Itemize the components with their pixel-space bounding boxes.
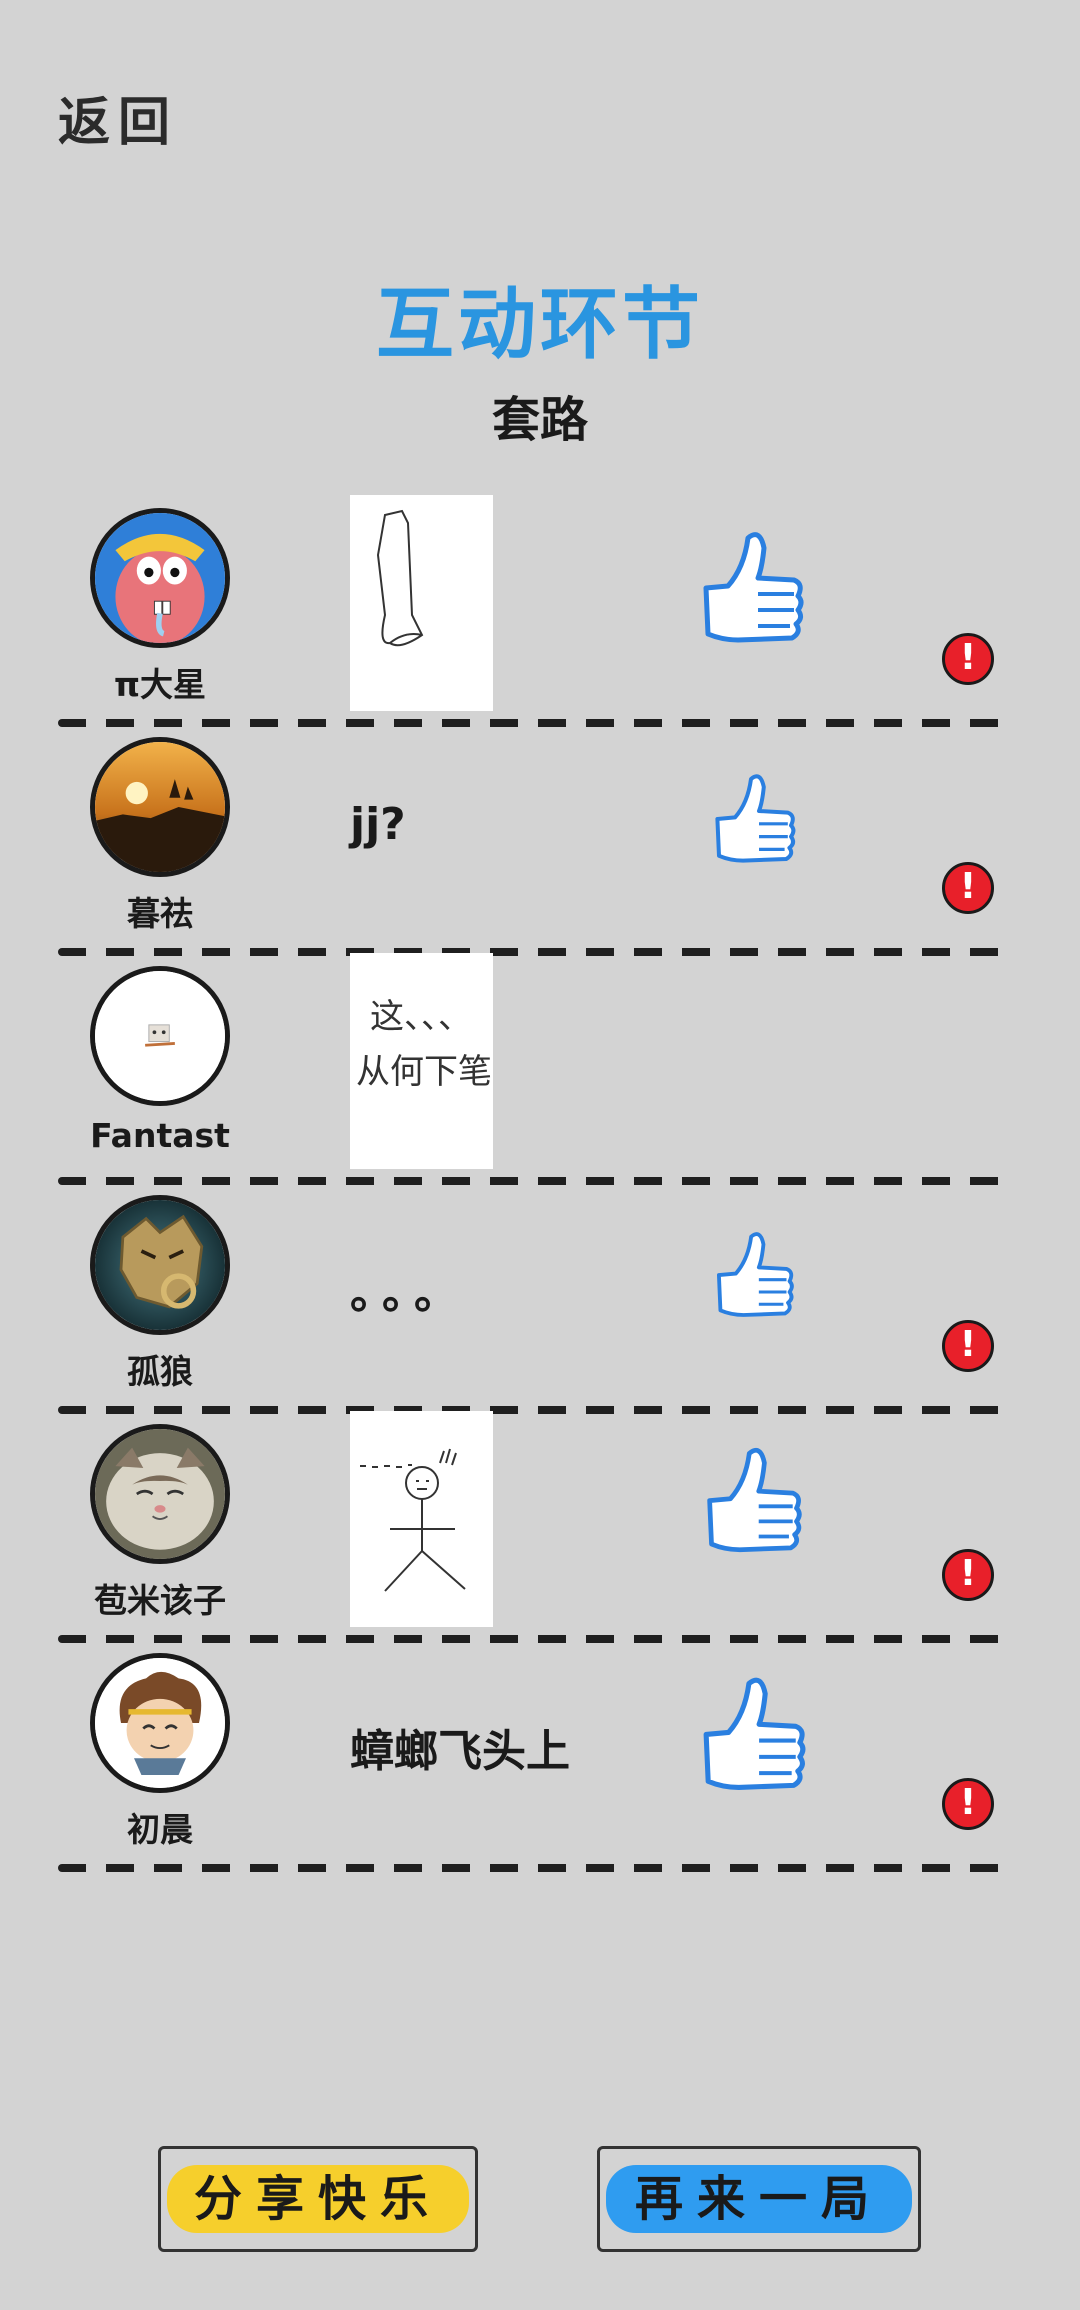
divider — [58, 719, 1010, 727]
username: 初晨 — [127, 1810, 193, 1849]
avatar — [90, 737, 230, 877]
thumbs-up-icon[interactable] — [698, 528, 808, 653]
report-icon[interactable]: ! — [942, 1778, 994, 1830]
divider — [58, 948, 1010, 956]
avatar — [90, 1424, 230, 1564]
divider — [58, 1406, 1010, 1414]
answer-drawing: 这、、、 从何下笔 — [350, 953, 493, 1169]
answer-text: 。。。 — [350, 1268, 468, 1319]
answer-drawing — [350, 495, 493, 711]
list-item: 暮祛 jj? ! — [58, 727, 1010, 956]
report-icon[interactable]: ! — [942, 862, 994, 914]
list-item: 孤狼 。。。 ! — [58, 1185, 1010, 1414]
list-item: 初晨 蟑螂飞头上 ! — [58, 1643, 1010, 1872]
list-item: π大星 ! — [58, 495, 1010, 727]
page-title: 互动环节 — [375, 280, 704, 370]
report-icon[interactable]: ! — [942, 633, 994, 685]
username: 暮祛 — [127, 894, 193, 933]
username: 苞米该子 — [94, 1581, 226, 1620]
report-icon[interactable]: ! — [942, 1320, 994, 1372]
share-button[interactable]: 分享快乐 — [158, 2146, 478, 2252]
svg-text:从何下笔: 从何下笔 — [356, 1052, 492, 1092]
username: Fantast — [90, 1116, 230, 1155]
avatar — [90, 1195, 230, 1335]
username: 孤狼 — [127, 1352, 193, 1391]
thumbs-up-icon[interactable] — [698, 1673, 810, 1801]
share-button-label: 分享快乐 — [193, 2171, 442, 2227]
username: π大星 — [113, 665, 207, 704]
answer-drawing — [350, 1411, 493, 1627]
play-again-button[interactable]: 再来一局 — [597, 2146, 921, 2252]
divider — [58, 1864, 1010, 1872]
thumbs-up-icon[interactable] — [712, 1229, 798, 1325]
play-again-button-label: 再来一局 — [634, 2171, 883, 2227]
divider — [58, 1177, 1010, 1185]
answer-text: 蟑螂飞头上 — [350, 1726, 570, 1777]
list-item: 苞米该子 ! — [58, 1411, 1010, 1643]
avatar — [90, 966, 230, 1106]
divider — [58, 1635, 1010, 1643]
list-item: Fantast 这、、、 从何下笔 — [58, 953, 1010, 1185]
thumbs-up-icon[interactable] — [710, 771, 800, 871]
svg-text:这、、、: 这、、、 — [370, 997, 472, 1037]
answer-text: jj? — [350, 799, 406, 850]
thumbs-up-icon[interactable] — [702, 1444, 806, 1562]
topic-word: 套路 — [491, 392, 588, 448]
report-icon[interactable]: ! — [942, 1549, 994, 1601]
back-button[interactable]: 返回 — [58, 80, 178, 155]
avatar — [90, 1653, 230, 1793]
avatar — [90, 508, 230, 648]
